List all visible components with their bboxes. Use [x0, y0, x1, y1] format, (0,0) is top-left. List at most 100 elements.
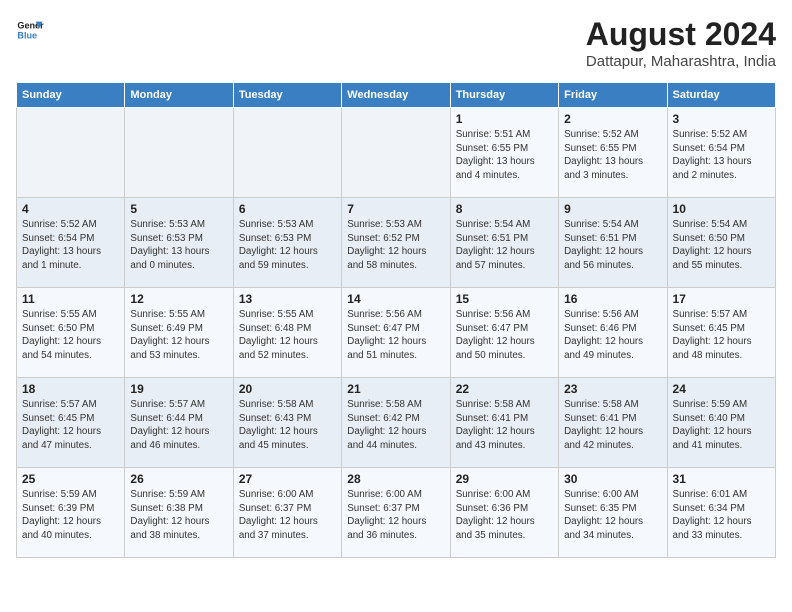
day-info: Sunrise: 5:59 AM Sunset: 6:40 PM Dayligh… — [673, 398, 770, 453]
day-info: Sunrise: 6:01 AM Sunset: 6:34 PM Dayligh… — [673, 488, 770, 543]
day-number: 22 — [456, 382, 553, 396]
title-block: August 2024 Dattapur, Maharashtra, India — [586, 16, 776, 70]
calendar-subtitle: Dattapur, Maharashtra, India — [586, 53, 776, 70]
day-cell: 16 Sunrise: 5:56 AM Sunset: 6:46 PM Dayli… — [559, 288, 667, 378]
day-number: 18 — [22, 382, 119, 396]
day-number: 24 — [673, 382, 770, 396]
day-cell: 21 Sunrise: 5:58 AM Sunset: 6:42 PM Dayli… — [342, 378, 450, 468]
day-cell: 7 Sunrise: 5:53 AM Sunset: 6:52 PM Daylig… — [342, 198, 450, 288]
day-number: 6 — [239, 202, 336, 216]
day-info: Sunrise: 5:54 AM Sunset: 6:50 PM Dayligh… — [673, 218, 770, 273]
day-number: 2 — [564, 112, 661, 126]
logo: General Blue — [16, 16, 44, 44]
day-info: Sunrise: 5:58 AM Sunset: 6:41 PM Dayligh… — [456, 398, 553, 453]
day-number: 30 — [564, 472, 661, 486]
day-number: 7 — [347, 202, 444, 216]
day-cell: 13 Sunrise: 5:55 AM Sunset: 6:48 PM Dayli… — [233, 288, 341, 378]
day-info: Sunrise: 5:53 AM Sunset: 6:52 PM Dayligh… — [347, 218, 444, 273]
day-info: Sunrise: 5:57 AM Sunset: 6:45 PM Dayligh… — [22, 398, 119, 453]
day-number: 5 — [130, 202, 227, 216]
day-info: Sunrise: 5:53 AM Sunset: 6:53 PM Dayligh… — [239, 218, 336, 273]
day-cell: 17 Sunrise: 5:57 AM Sunset: 6:45 PM Dayli… — [667, 288, 775, 378]
day-cell: 5 Sunrise: 5:53 AM Sunset: 6:53 PM Daylig… — [125, 198, 233, 288]
weekday-header-sunday: Sunday — [17, 83, 125, 108]
day-info: Sunrise: 5:52 AM Sunset: 6:54 PM Dayligh… — [22, 218, 119, 273]
day-cell: 24 Sunrise: 5:59 AM Sunset: 6:40 PM Dayli… — [667, 378, 775, 468]
day-cell: 10 Sunrise: 5:54 AM Sunset: 6:50 PM Dayli… — [667, 198, 775, 288]
day-info: Sunrise: 6:00 AM Sunset: 6:36 PM Dayligh… — [456, 488, 553, 543]
day-cell: 15 Sunrise: 5:56 AM Sunset: 6:47 PM Dayli… — [450, 288, 558, 378]
day-number: 15 — [456, 292, 553, 306]
day-cell: 31 Sunrise: 6:01 AM Sunset: 6:34 PM Dayli… — [667, 468, 775, 558]
day-info: Sunrise: 6:00 AM Sunset: 6:37 PM Dayligh… — [347, 488, 444, 543]
day-cell: 23Sunrise: 5:58 AM Sunset: 6:41 PM Dayli… — [559, 378, 667, 468]
day-info: Sunrise: 5:55 AM Sunset: 6:49 PM Dayligh… — [130, 308, 227, 363]
day-number: 13 — [239, 292, 336, 306]
day-cell: 4 Sunrise: 5:52 AM Sunset: 6:54 PM Daylig… — [17, 198, 125, 288]
day-cell: 19Sunrise: 5:57 AM Sunset: 6:44 PM Dayli… — [125, 378, 233, 468]
day-info: Sunrise: 5:55 AM Sunset: 6:48 PM Dayligh… — [239, 308, 336, 363]
weekday-header-friday: Friday — [559, 83, 667, 108]
day-number: 10 — [673, 202, 770, 216]
day-cell: 3 Sunrise: 5:52 AM Sunset: 6:54 PM Daylig… — [667, 108, 775, 198]
day-number: 16 — [564, 292, 661, 306]
week-row-5: 25Sunrise: 5:59 AM Sunset: 6:39 PM Dayli… — [17, 468, 776, 558]
week-row-4: 18 Sunrise: 5:57 AM Sunset: 6:45 PM Dayli… — [17, 378, 776, 468]
day-number: 17 — [673, 292, 770, 306]
day-cell: 11 Sunrise: 5:55 AM Sunset: 6:50 PM Dayli… — [17, 288, 125, 378]
day-info: Sunrise: 5:58 AM Sunset: 6:42 PM Dayligh… — [347, 398, 444, 453]
day-cell: 20 Sunrise: 5:58 AM Sunset: 6:43 PM Dayli… — [233, 378, 341, 468]
week-row-1: 1Sunrise: 5:51 AM Sunset: 6:55 PM Daylig… — [17, 108, 776, 198]
day-number: 14 — [347, 292, 444, 306]
day-number: 12 — [130, 292, 227, 306]
day-cell: 14Sunrise: 5:56 AM Sunset: 6:47 PM Dayli… — [342, 288, 450, 378]
day-cell — [233, 108, 341, 198]
day-number: 28 — [347, 472, 444, 486]
day-cell: 29 Sunrise: 6:00 AM Sunset: 6:36 PM Dayli… — [450, 468, 558, 558]
day-number: 29 — [456, 472, 553, 486]
day-info: Sunrise: 5:56 AM Sunset: 6:46 PM Dayligh… — [564, 308, 661, 363]
day-number: 3 — [673, 112, 770, 126]
svg-text:Blue: Blue — [17, 30, 37, 40]
day-number: 4 — [22, 202, 119, 216]
day-cell: 1Sunrise: 5:51 AM Sunset: 6:55 PM Daylig… — [450, 108, 558, 198]
day-info: Sunrise: 5:55 AM Sunset: 6:50 PM Dayligh… — [22, 308, 119, 363]
calendar-body: 1Sunrise: 5:51 AM Sunset: 6:55 PM Daylig… — [17, 108, 776, 558]
day-number: 9 — [564, 202, 661, 216]
weekday-row: SundayMondayTuesdayWednesdayThursdayFrid… — [17, 83, 776, 108]
weekday-header-wednesday: Wednesday — [342, 83, 450, 108]
day-cell — [125, 108, 233, 198]
day-cell: 30 Sunrise: 6:00 AM Sunset: 6:35 PM Dayli… — [559, 468, 667, 558]
day-number: 27 — [239, 472, 336, 486]
day-cell: 12 Sunrise: 5:55 AM Sunset: 6:49 PM Dayli… — [125, 288, 233, 378]
weekday-header-tuesday: Tuesday — [233, 83, 341, 108]
day-cell: 8Sunrise: 5:54 AM Sunset: 6:51 PM Daylig… — [450, 198, 558, 288]
weekday-header-monday: Monday — [125, 83, 233, 108]
day-number: 26 — [130, 472, 227, 486]
day-info: Sunrise: 5:52 AM Sunset: 6:55 PM Dayligh… — [564, 128, 661, 183]
week-row-2: 4 Sunrise: 5:52 AM Sunset: 6:54 PM Daylig… — [17, 198, 776, 288]
day-info: Sunrise: 5:51 AM Sunset: 6:55 PM Dayligh… — [456, 128, 553, 183]
day-cell: 2 Sunrise: 5:52 AM Sunset: 6:55 PM Daylig… — [559, 108, 667, 198]
day-number: 21 — [347, 382, 444, 396]
day-info: Sunrise: 6:00 AM Sunset: 6:35 PM Dayligh… — [564, 488, 661, 543]
day-info: Sunrise: 6:00 AM Sunset: 6:37 PM Dayligh… — [239, 488, 336, 543]
day-info: Sunrise: 5:53 AM Sunset: 6:53 PM Dayligh… — [130, 218, 227, 273]
day-number: 20 — [239, 382, 336, 396]
day-cell — [342, 108, 450, 198]
calendar-table: SundayMondayTuesdayWednesdayThursdayFrid… — [16, 82, 776, 558]
day-number: 31 — [673, 472, 770, 486]
weekday-header-saturday: Saturday — [667, 83, 775, 108]
day-info: Sunrise: 5:56 AM Sunset: 6:47 PM Dayligh… — [456, 308, 553, 363]
day-cell: 9Sunrise: 5:54 AM Sunset: 6:51 PM Daylig… — [559, 198, 667, 288]
day-info: Sunrise: 5:52 AM Sunset: 6:54 PM Dayligh… — [673, 128, 770, 183]
day-info: Sunrise: 5:57 AM Sunset: 6:45 PM Dayligh… — [673, 308, 770, 363]
day-info: Sunrise: 5:59 AM Sunset: 6:39 PM Dayligh… — [22, 488, 119, 543]
day-number: 11 — [22, 292, 119, 306]
logo-icon: General Blue — [16, 16, 44, 44]
day-cell: 26 Sunrise: 5:59 AM Sunset: 6:38 PM Dayli… — [125, 468, 233, 558]
day-info: Sunrise: 5:58 AM Sunset: 6:43 PM Dayligh… — [239, 398, 336, 453]
day-cell: 25Sunrise: 5:59 AM Sunset: 6:39 PM Dayli… — [17, 468, 125, 558]
day-info: Sunrise: 5:57 AM Sunset: 6:44 PM Dayligh… — [130, 398, 227, 453]
day-info: Sunrise: 5:59 AM Sunset: 6:38 PM Dayligh… — [130, 488, 227, 543]
